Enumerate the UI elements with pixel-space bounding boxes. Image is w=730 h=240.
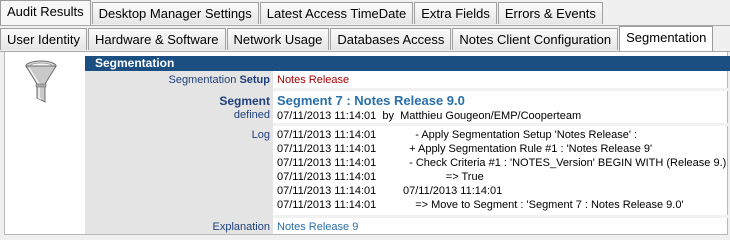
defined-value: 07/11/2013 11:14:01 by Matthieu Gougeon/… <box>277 110 582 122</box>
top-tab-bar: Audit Results Desktop Manager Settings Lat… <box>0 0 604 25</box>
log-line: 07/11/2013 11:14:01 + Apply Segmentation… <box>277 142 730 156</box>
tab-network-usage[interactable]: Network Usage <box>226 28 330 50</box>
log-timestamp: 07/11/2013 11:14:01 <box>277 171 377 183</box>
setup-label-bold: Setup <box>239 74 270 86</box>
panel-title: Segmentation <box>85 56 730 71</box>
explanation-row: Explanation Notes Release 9 <box>85 218 730 234</box>
log-timestamp: 07/11/2013 11:14:01 <box>277 185 377 197</box>
log-line: 07/11/2013 11:14:01 - Apply Segmentation… <box>277 128 730 142</box>
log-message: => True <box>403 171 484 183</box>
segment-value: Segment 7 : Notes Release 9.0 <box>277 93 465 108</box>
log-line: 07/11/2013 11:14:01 => Move to Segment :… <box>277 198 730 212</box>
segment-label-cell: Segment defined <box>85 91 273 123</box>
log-line: 07/11/2013 11:14:01 - Check Criteria #1 … <box>277 156 730 170</box>
log-timestamp: 07/11/2013 11:14:01 <box>277 129 377 141</box>
log-timestamp: 07/11/2013 11:14:01 <box>277 143 377 155</box>
tab-audit-results[interactable]: Audit Results <box>0 0 91 25</box>
filter-funnel-icon <box>25 60 57 103</box>
setup-value: Notes Release <box>277 74 350 86</box>
log-lines: 07/11/2013 11:14:01 - Apply Segmentation… <box>273 126 730 215</box>
tab-databases-access[interactable]: Databases Access <box>330 28 452 50</box>
tab-segmentation[interactable]: Segmentation <box>619 26 714 51</box>
log-message: - Apply Segmentation Setup 'Notes Releas… <box>403 129 638 141</box>
segment-value-cell: Segment 7 : Notes Release 9.0 07/11/2013… <box>273 91 730 123</box>
log-message: + Apply Segmentation Rule #1 : 'Notes Re… <box>403 143 653 155</box>
segmentation-panel: Segmentation Segmentation Setup Notes Re… <box>85 56 730 234</box>
defined-label: defined <box>233 109 270 121</box>
setup-label-prefix: Segmentation <box>168 74 237 86</box>
log-message: - Check Criteria #1 : 'NOTES_Version' BE… <box>403 157 727 169</box>
log-row: Log 07/11/2013 11:14:01 - Apply Segmenta… <box>85 126 730 215</box>
tab-hardware-software[interactable]: Hardware & Software <box>87 28 226 50</box>
tab-extra-fields[interactable]: Extra Fields <box>414 2 497 24</box>
tab-notes-client-configuration[interactable]: Notes Client Configuration <box>452 28 619 50</box>
tab-errors-events[interactable]: Errors & Events <box>497 2 603 24</box>
explanation-value: Notes Release 9 <box>277 221 359 233</box>
tab-latest-access-timedate[interactable]: Latest Access TimeDate <box>259 2 414 24</box>
explanation-label: Explanation <box>85 218 273 234</box>
log-label: Log <box>85 126 273 215</box>
log-line: 07/11/2013 11:14:01 => True <box>277 170 730 184</box>
log-message: 07/11/2013 11:14:01 <box>403 185 503 197</box>
tab-user-identity[interactable]: User Identity <box>0 28 87 50</box>
setup-row: Segmentation Setup Notes Release <box>85 71 730 88</box>
log-timestamp: 07/11/2013 11:14:01 <box>277 199 377 211</box>
setup-label: Segmentation Setup <box>85 71 273 88</box>
tab-content: Segmentation Segmentation Setup Notes Re… <box>4 52 730 235</box>
log-message: => Move to Segment : 'Segment 7 : Notes … <box>403 199 684 211</box>
sub-tab-bar: User Identity Hardware & Software Network … <box>0 26 714 51</box>
segment-row: Segment defined Segment 7 : Notes Releas… <box>85 91 730 123</box>
log-timestamp: 07/11/2013 11:14:01 <box>277 157 377 169</box>
log-line: 07/11/2013 11:14:01 07/11/2013 11:14:01 <box>277 184 730 198</box>
segment-label: Segment <box>219 94 270 108</box>
tab-desktop-manager-settings[interactable]: Desktop Manager Settings <box>91 2 259 24</box>
